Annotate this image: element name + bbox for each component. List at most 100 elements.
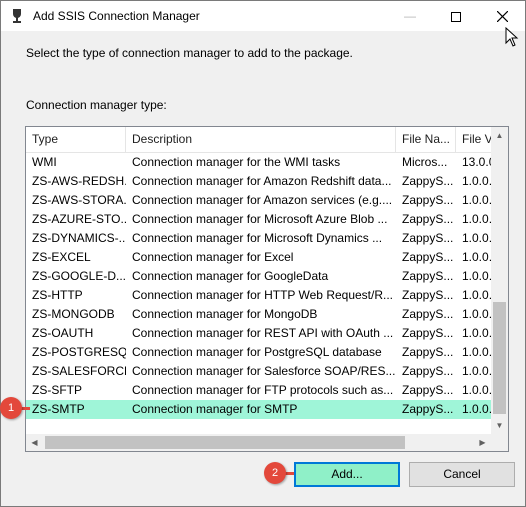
row-description-cell: Connection manager for Microsoft Dynamic… (132, 231, 383, 245)
row-type-cell: ZS-HTTP (32, 288, 83, 302)
window-title: Add SSIS Connection Manager (33, 9, 200, 23)
list-item[interactable]: ZS-AWS-REDSH... Connection manager for Am… (26, 172, 492, 191)
row-file-version-cell: 1.0.0. (462, 364, 493, 378)
list-item[interactable]: ZS-AWS-STORA... Connection manager for Am… (26, 191, 492, 210)
column-header-file-name[interactable]: File Na... (396, 127, 456, 152)
row-type-cell: WMI (32, 155, 57, 169)
row-description-cell: Connection manager for HTTP Web Request/… (132, 288, 394, 302)
row-file-version-cell: 1.0.0. (462, 174, 493, 188)
row-file-name-cell: ZappyS... (402, 250, 454, 264)
row-description-cell: Connection manager for Salesforce SOAP/R… (132, 364, 396, 378)
row-type-cell: ZS-AZURE-STO... (32, 212, 126, 226)
row-type-cell: ZS-SALESFORCE (32, 364, 126, 378)
scrollbar-corner (491, 434, 508, 451)
row-type-cell: ZS-EXCEL (32, 250, 91, 264)
row-type-cell: ZS-SFTP (32, 383, 82, 397)
list-item[interactable]: ZS-DYNAMICS-... Connection manager for Mi… (26, 229, 492, 248)
title-bar[interactable]: Add SSIS Connection Manager — (1, 1, 525, 31)
list-header: Type Description File Na... File V... (26, 127, 496, 153)
step-1-badge: 1 (0, 397, 22, 419)
row-type-cell: ZS-AWS-REDSH... (32, 174, 126, 188)
list-item[interactable]: ZS-SALESFORCE Connection manager for Sale… (26, 362, 492, 381)
ssis-app-icon (13, 9, 21, 23)
row-file-name-cell: ZappyS... (402, 345, 454, 359)
row-file-name-cell: ZappyS... (402, 193, 454, 207)
row-file-version-cell: 1.0.0. (462, 250, 493, 264)
cancel-button[interactable]: Cancel (409, 462, 515, 487)
row-description-cell: Connection manager for PostgreSQL databa… (132, 345, 382, 359)
row-type-cell: ZS-DYNAMICS-... (32, 231, 126, 245)
row-description-cell: Connection manager for REST API with OAu… (132, 326, 394, 340)
row-description-cell: Connection manager for GoogleData (132, 269, 329, 283)
list-item[interactable]: WMI Connection manager for the WMI tasks M… (26, 153, 495, 172)
row-file-version-cell: 1.0.0. (462, 326, 493, 340)
scroll-left-icon[interactable]: ◀ (26, 434, 43, 451)
row-file-name-cell: ZappyS... (402, 231, 454, 245)
list-item[interactable]: ZS-SFTP Connection manager for FTP protoc… (26, 381, 492, 400)
scroll-up-icon[interactable]: ▲ (491, 127, 508, 144)
vertical-scrollbar[interactable]: ▲ ▼ (491, 127, 508, 434)
list-item[interactable]: ZS-EXCEL Connection manager for Excel Zapp… (26, 248, 492, 267)
row-file-name-cell: ZappyS... (402, 402, 454, 416)
connection-type-label: Connection manager type: (26, 98, 167, 112)
row-file-name-cell: ZappyS... (402, 364, 454, 378)
row-description-cell: Connection manager for Amazon services (… (132, 193, 393, 207)
row-file-version-cell: 1.0.0. (462, 269, 493, 283)
scroll-right-icon[interactable]: ▶ (474, 434, 491, 451)
add-button[interactable]: Add... (294, 462, 400, 487)
horizontal-scroll-thumb[interactable] (45, 436, 405, 449)
list-item[interactable]: ZS-HTTP Connection manager for HTTP Web R… (26, 286, 492, 305)
list-item[interactable]: ZS-SMTP Connection manager for SMTP ZappyS… (26, 400, 492, 419)
row-description-cell: Connection manager for MongoDB (132, 307, 318, 321)
row-file-version-cell: 1.0.0. (462, 193, 493, 207)
column-header-type[interactable]: Type (26, 127, 126, 152)
row-type-cell: ZS-MONGODB (32, 307, 115, 321)
row-file-version-cell: 1.0.0. (462, 345, 493, 359)
column-header-description[interactable]: Description (126, 127, 396, 152)
row-file-name-cell: ZappyS... (402, 212, 454, 226)
row-file-name-cell: Micros... (402, 155, 448, 169)
row-file-name-cell: ZappyS... (402, 174, 454, 188)
connection-type-list[interactable]: Type Description File Na... File V... WM… (25, 126, 509, 452)
row-description-cell: Connection manager for FTP protocols suc… (132, 383, 394, 397)
row-file-name-cell: ZappyS... (402, 269, 454, 283)
row-type-cell: ZS-AWS-STORA... (32, 193, 126, 207)
list-item[interactable]: ZS-POSTGRESQL Connection manager for Post… (26, 343, 492, 362)
row-file-name-cell: ZappyS... (402, 307, 454, 321)
row-description-cell: Connection manager for Microsoft Azure B… (132, 212, 388, 226)
row-file-version-cell: 1.0.0. (462, 288, 493, 302)
row-file-version-cell: 1.0.0. (462, 212, 493, 226)
instruction-text: Select the type of connection manager to… (26, 46, 353, 60)
dialog-window: Add SSIS Connection Manager — Select the… (0, 0, 526, 507)
row-file-version-cell: 1.0.0. (462, 402, 493, 416)
maximize-button[interactable] (433, 1, 479, 31)
mouse-cursor-icon (505, 27, 519, 47)
minimize-button[interactable]: — (387, 1, 433, 31)
row-description-cell: Connection manager for SMTP (132, 402, 298, 416)
row-file-name-cell: ZappyS... (402, 326, 454, 340)
column-header-file-version[interactable]: File V... (456, 127, 496, 152)
vertical-scroll-thumb[interactable] (493, 302, 506, 414)
row-type-cell: ZS-SMTP (32, 402, 85, 416)
close-icon (496, 10, 508, 23)
row-file-version-cell: 1.0.0. (462, 383, 493, 397)
maximize-icon (451, 11, 461, 22)
row-description-cell: Connection manager for Excel (132, 250, 294, 264)
row-file-name-cell: ZappyS... (402, 288, 454, 302)
list-item[interactable]: ZS-MONGODB Connection manager for MongoDB… (26, 305, 492, 324)
row-file-version-cell: 13.0.0 (462, 155, 496, 169)
row-type-cell: ZS-POSTGRESQL (32, 345, 126, 359)
row-description-cell: Connection manager for the WMI tasks (132, 155, 341, 169)
row-type-cell: ZS-GOOGLE-D... (32, 269, 126, 283)
row-file-name-cell: ZappyS... (402, 383, 454, 397)
list-item[interactable]: ZS-OAUTH Connection manager for REST API … (26, 324, 492, 343)
list-item[interactable]: ZS-GOOGLE-D... Connection manager for Goo… (26, 267, 492, 286)
row-file-version-cell: 1.0.0. (462, 231, 493, 245)
scroll-down-icon[interactable]: ▼ (491, 417, 508, 434)
step-2-badge: 2 (264, 462, 286, 484)
row-file-version-cell: 1.0.0. (462, 307, 493, 321)
row-description-cell: Connection manager for Amazon Redshift d… (132, 174, 392, 188)
list-item[interactable]: ZS-AZURE-STO... Connection manager for Mi… (26, 210, 492, 229)
horizontal-scrollbar[interactable]: ◀ ▶ (26, 434, 491, 451)
list-rows: WMI Connection manager for the WMI tasks M… (26, 153, 495, 419)
